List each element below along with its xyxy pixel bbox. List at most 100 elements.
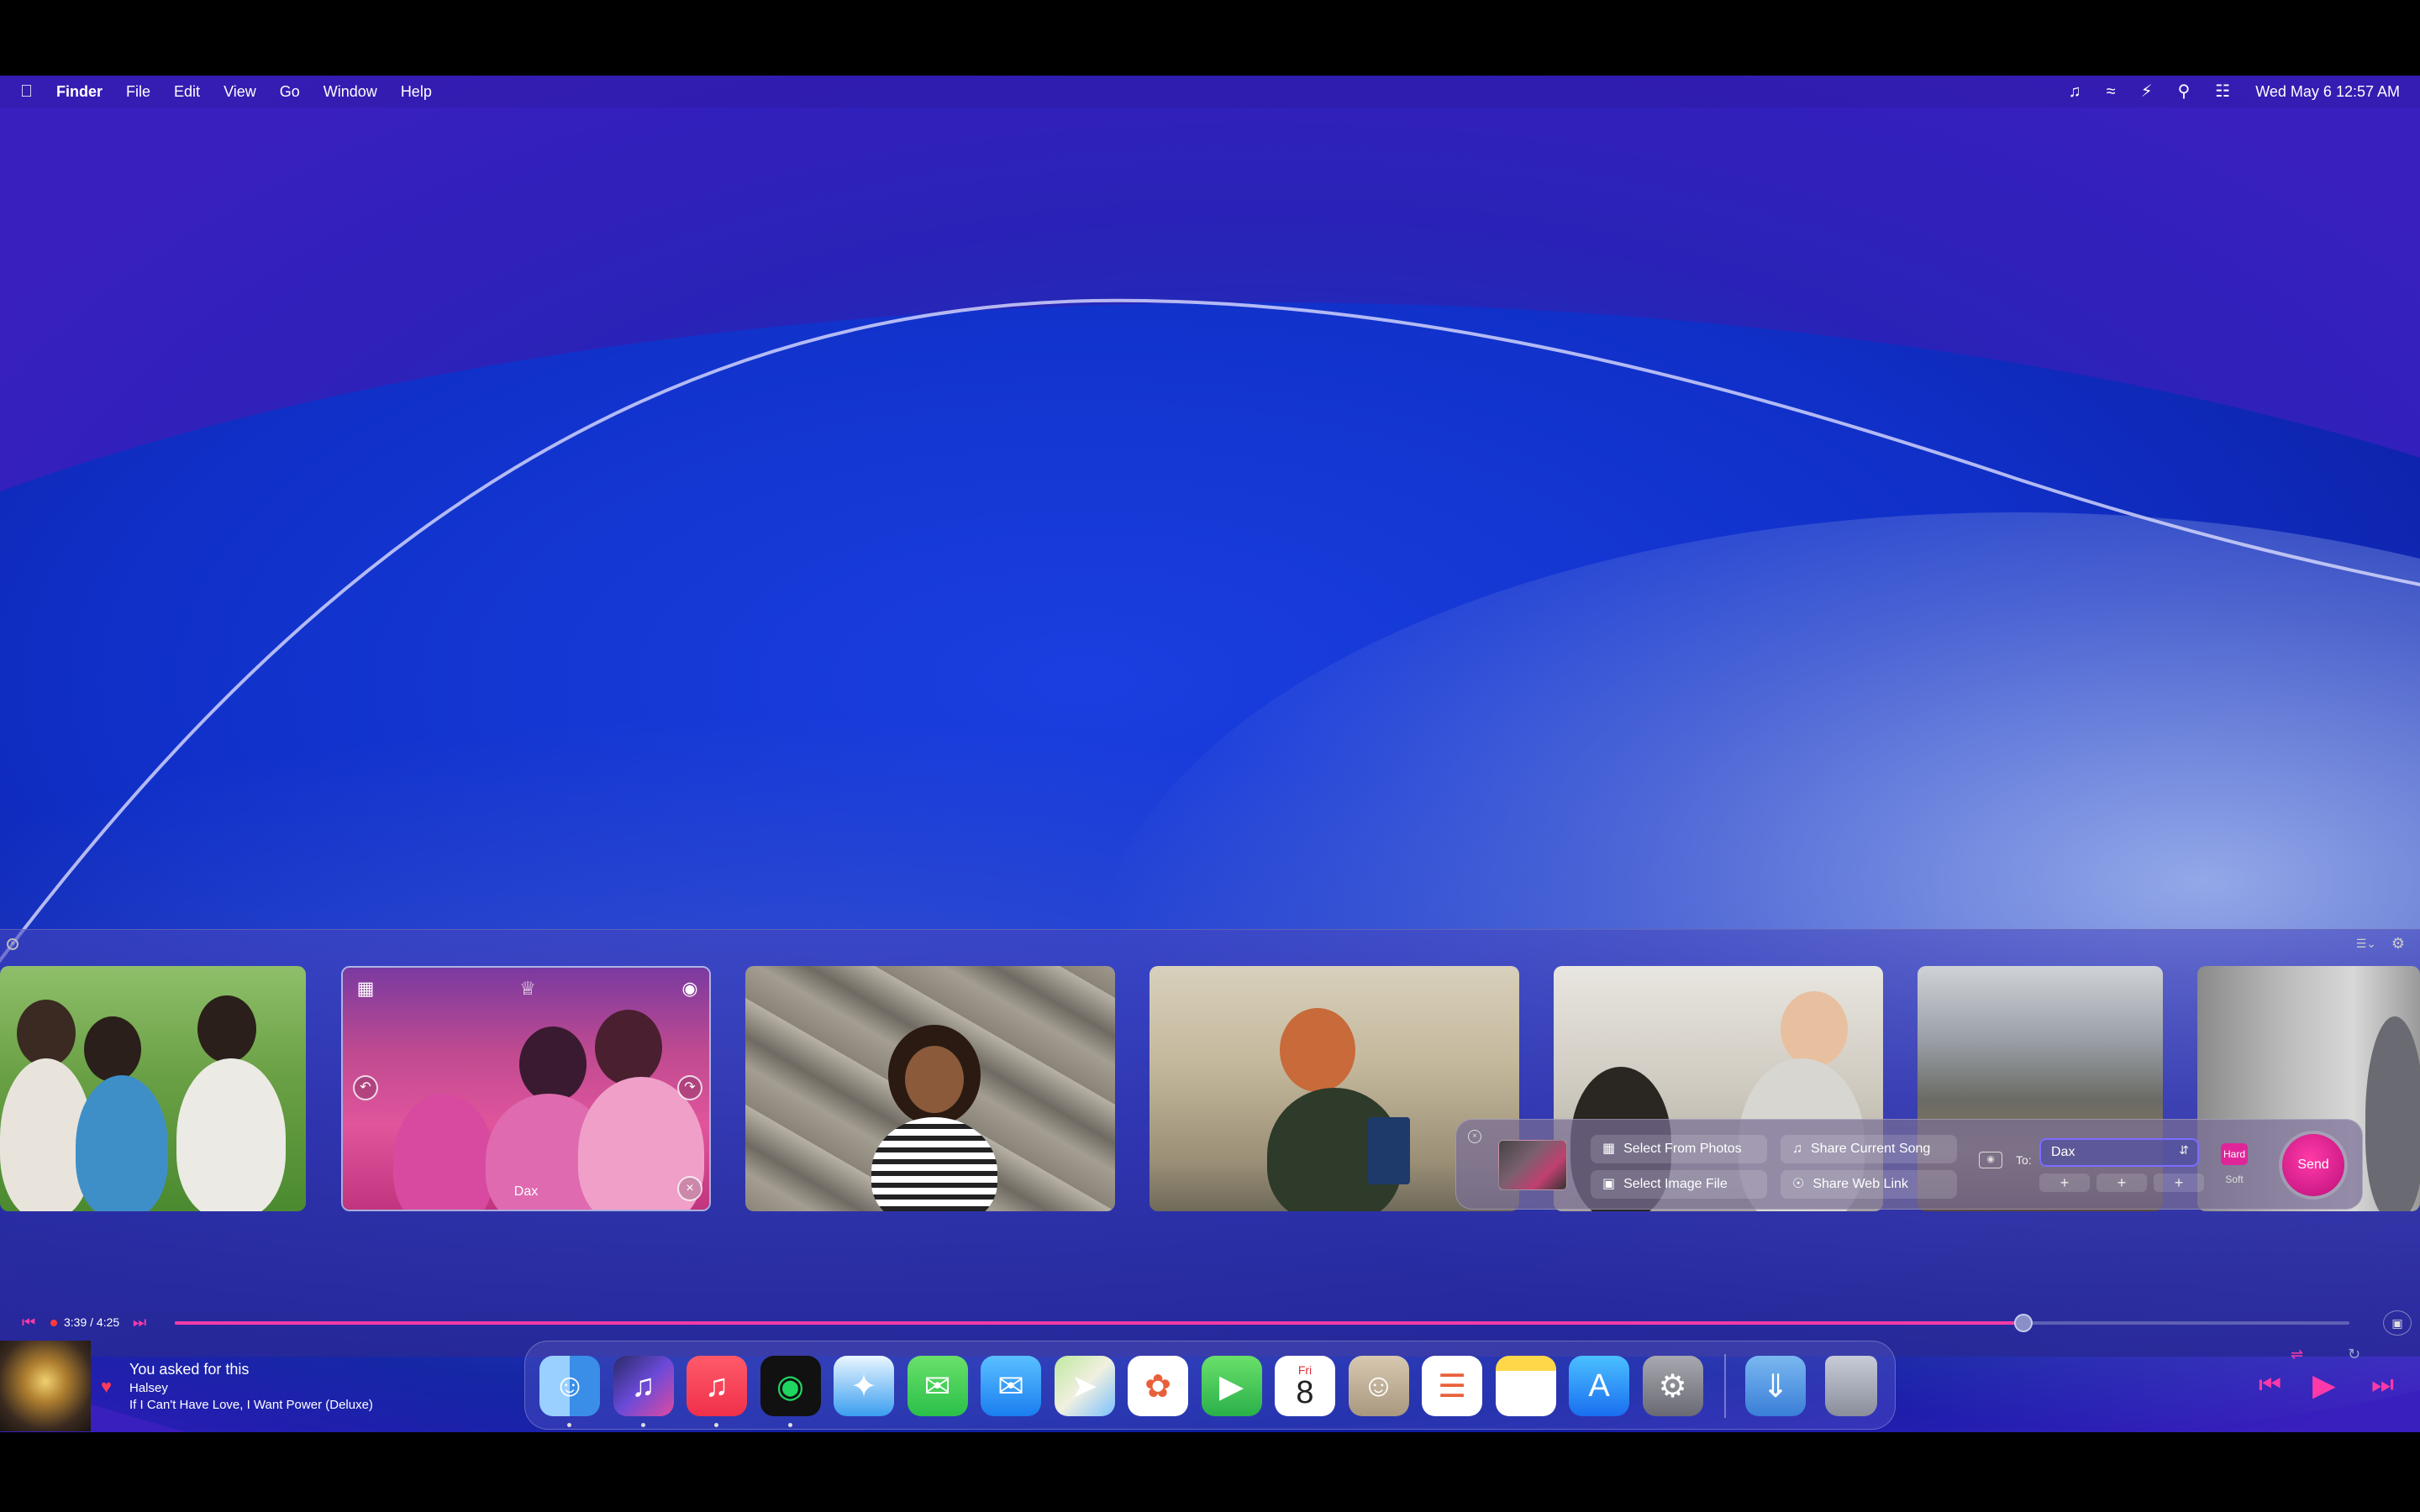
finder-icon[interactable]: ☺ — [539, 1356, 600, 1416]
running-indicator — [567, 1423, 571, 1427]
hard-toggle[interactable]: Hard — [2221, 1143, 2248, 1165]
share-current-song-label: Share Current Song — [1811, 1142, 1931, 1156]
menu-view[interactable]: View — [224, 83, 256, 101]
recipient-select[interactable]: Dax ⇵ — [2039, 1138, 2199, 1167]
close-icon[interactable]: × — [1468, 1130, 1481, 1143]
photo-person — [2365, 1016, 2420, 1211]
menu-window[interactable]: Window — [324, 83, 377, 101]
mini-player-icon[interactable]: ▣ — [2383, 1310, 2412, 1336]
heart-icon[interactable]: ♥ — [101, 1376, 112, 1398]
select-from-photos-button[interactable]: ▦ Select From Photos — [1591, 1135, 1767, 1163]
reply-icon[interactable]: ↶ — [353, 1075, 378, 1100]
trash-icon[interactable] — [1825, 1356, 1877, 1416]
photo-person — [1781, 991, 1848, 1067]
previous-track-icon[interactable]: ⏮ — [22, 1314, 35, 1331]
to-label: To: — [2016, 1153, 2032, 1167]
song-album: If I Can't Have Love, I Want Power (Delu… — [129, 1398, 373, 1412]
photo-person — [76, 1075, 168, 1211]
photo-person — [17, 1000, 76, 1067]
photo-person — [905, 1046, 964, 1113]
music-icon[interactable]: ♫ — [687, 1356, 747, 1416]
photo-person — [84, 1016, 141, 1082]
repeat-icon[interactable]: ↻ — [2348, 1346, 2360, 1363]
running-indicator — [640, 1423, 645, 1427]
panel-close-icon[interactable]: × — [7, 938, 18, 950]
image-badge-icon[interactable]: ▦ — [353, 976, 378, 1001]
transport-bar: ⏮ 3:39 / 4:25 ⏭ ▣ — [0, 1310, 2420, 1336]
menu-app-name[interactable]: Finder — [56, 83, 103, 101]
progress-knob[interactable] — [2013, 1314, 2033, 1332]
shuffle-icon[interactable]: ⇌ — [2291, 1346, 2303, 1363]
menu-bar:  Finder File Edit View Go Window Help ♫… — [0, 76, 2420, 108]
select-from-photos-label: Select From Photos — [1623, 1142, 1742, 1156]
spotify-icon[interactable]: ◉ — [760, 1356, 821, 1416]
control-center-icon[interactable]: ☷ — [2215, 83, 2230, 100]
eye-icon[interactable]: ◉ — [677, 976, 702, 1001]
share-web-link-button[interactable]: ☉ Share Web Link — [1781, 1170, 1957, 1199]
calendar-date: 8 — [1296, 1375, 1314, 1410]
safari-icon[interactable]: ✦ — [834, 1356, 894, 1416]
photo-person — [176, 1058, 286, 1211]
photo-card[interactable] — [745, 966, 1115, 1211]
share-popover: × ▦ Select From Photos ▣ Select Image Fi… — [1455, 1119, 2363, 1210]
send-button[interactable]: Send — [2282, 1134, 2344, 1196]
menu-help[interactable]: Help — [401, 83, 432, 101]
photo-icon: ▦ — [1602, 1142, 1616, 1156]
messages-icon[interactable]: ✉ — [907, 1356, 968, 1416]
forward-icon[interactable]: ↷ — [677, 1075, 702, 1100]
maps-icon[interactable]: ➤ — [1054, 1356, 1115, 1416]
search-icon[interactable]: ⚲ — [2178, 83, 2191, 100]
panel-list-menu-icon[interactable]: ☰⌄ — [2356, 937, 2376, 951]
album-art[interactable] — [0, 1341, 91, 1431]
reminders-icon[interactable]: ☰ — [1422, 1356, 1482, 1416]
recording-dot — [50, 1320, 57, 1326]
photo-caption: Dax — [513, 1184, 539, 1199]
wifi-icon[interactable]: ≈ — [2107, 83, 2116, 100]
contact-card-icon[interactable]: ◉ — [1979, 1152, 2002, 1168]
photo-person — [197, 995, 256, 1063]
photo-person — [595, 1010, 662, 1085]
next-track-icon[interactable]: ⏭ — [133, 1314, 146, 1331]
recipient-value: Dax — [2051, 1145, 2075, 1159]
apple-logo-icon[interactable]:  — [20, 83, 33, 100]
downloads-folder-icon[interactable]: ⇓ — [1745, 1356, 1806, 1416]
music-widget-icon[interactable]: ♫ — [613, 1356, 674, 1416]
menu-clock[interactable]: Wed May 6 12:57 AM — [2255, 83, 2400, 101]
menu-go[interactable]: Go — [280, 83, 300, 101]
add-recipient-button[interactable]: + — [2154, 1173, 2204, 1192]
select-image-file-label: Select Image File — [1623, 1177, 1728, 1191]
notes-icon[interactable] — [1495, 1356, 1556, 1416]
file-image-icon: ▣ — [1602, 1177, 1616, 1191]
play-button[interactable]: ▶ — [2312, 1368, 2336, 1403]
share-current-song-button[interactable]: ♫ Share Current Song — [1781, 1135, 1957, 1163]
add-recipient-button[interactable]: + — [2039, 1173, 2090, 1192]
soft-toggle[interactable]: Soft — [2221, 1173, 2248, 1190]
dock-separator — [1724, 1354, 1726, 1418]
share-thumbnail — [1498, 1140, 1567, 1190]
facetime-icon[interactable]: ▶ — [1201, 1356, 1262, 1416]
photo-card[interactable] — [0, 966, 306, 1211]
add-recipient-button[interactable]: + — [2096, 1173, 2147, 1192]
next-track-button[interactable]: ⏭ — [2371, 1371, 2394, 1399]
mail-icon[interactable]: ✉ — [981, 1356, 1041, 1416]
menu-edit[interactable]: Edit — [174, 83, 200, 101]
share-web-link-label: Share Web Link — [1812, 1177, 1908, 1191]
calendar-icon[interactable]: Fri 8 — [1275, 1356, 1335, 1416]
settings-icon[interactable]: ⚙ — [1642, 1356, 1703, 1416]
select-image-file-button[interactable]: ▣ Select Image File — [1591, 1170, 1767, 1199]
contacts-icon[interactable]: ☺ — [1348, 1356, 1409, 1416]
song-icon: ♫ — [1792, 1142, 1802, 1156]
photos-icon[interactable]: ✿ — [1128, 1356, 1188, 1416]
progress-fill — [175, 1321, 2023, 1325]
song-artist: Halsey — [129, 1381, 168, 1395]
previous-track-button[interactable]: ⏮ — [2259, 1371, 2281, 1399]
trophy-icon[interactable]: ♕ — [515, 976, 540, 1001]
music-note-icon[interactable]: ♫ — [2069, 83, 2081, 100]
progress-track[interactable] — [175, 1314, 2349, 1332]
menu-file[interactable]: File — [126, 83, 150, 101]
playback-time: 3:39 / 4:25 — [64, 1315, 120, 1329]
gear-icon[interactable]: ⚙ — [2391, 935, 2405, 953]
battery-charging-icon[interactable]: ⚡ — [2141, 83, 2153, 100]
photo-card-selected[interactable]: ▦ ♕ ◉ ↶ ↷ × Dax — [341, 966, 711, 1211]
app-store-icon[interactable]: A — [1569, 1356, 1629, 1416]
